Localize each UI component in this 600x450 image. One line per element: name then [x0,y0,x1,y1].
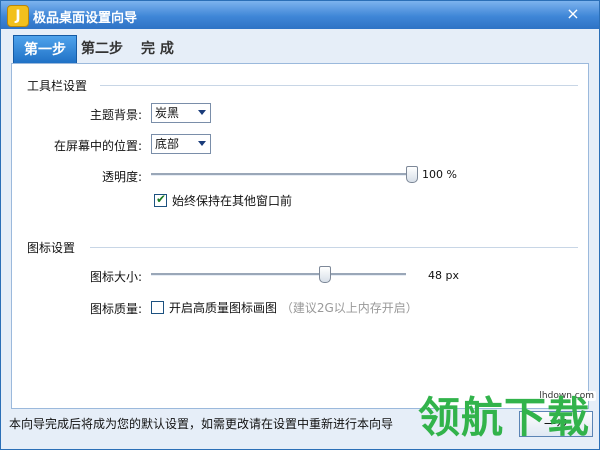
theme-label: 主题背景: [89,108,142,122]
tab-finish[interactable]: 完 成 [141,35,174,63]
icon-size-slider[interactable] [151,266,406,283]
icon-size-value: 48 px [428,269,459,282]
keep-front-label[interactable]: 始终保持在其他窗口前 [172,192,292,209]
opacity-slider[interactable] [151,166,418,183]
icon-size-label: 图标大小: [89,270,142,284]
slider-track [151,273,406,276]
slider-thumb[interactable] [406,166,418,183]
high-quality-checkbox[interactable] [151,301,164,314]
keep-front-checkbox[interactable]: ✔ [154,192,167,207]
section-divider [90,247,578,248]
icon-quality-label: 图标质量: [89,302,142,316]
close-button[interactable]: × [559,3,587,25]
position-label: 在屏幕中的位置: [53,139,142,153]
wizard-steps: 第一步 第二步 完 成 [1,35,599,64]
memory-hint: （建议2G以上内存开启） [280,301,418,315]
slider-track [151,173,411,176]
app-logo-icon: J [7,5,29,27]
high-quality-label[interactable]: 开启高质量图标画图 （建议2G以上内存开启） [169,299,418,316]
chevron-down-icon [198,110,206,115]
tab-step-one[interactable]: 第一步 [13,35,77,64]
toolbar-section-title: 工具栏设置 [27,79,88,93]
checkmark-icon: ✔ [156,192,167,206]
window-title: 极品桌面设置向导 [33,11,138,26]
watermark: lhdown.com 领航下载 [406,389,596,447]
position-select[interactable]: 底部 [151,134,211,154]
watermark-text: 领航下载 [418,393,591,442]
theme-select-value: 炭黑 [155,106,180,120]
theme-select[interactable]: 炭黑 [151,103,211,123]
footer-note: 本向导完成后将成为您的默认设置，如需更改请在设置中重新进行本向导 [9,417,394,431]
icon-section-title: 图标设置 [27,241,76,255]
high-quality-text: 开启高质量图标画图 [169,301,278,315]
chevron-down-icon [198,141,206,146]
tab-step-two[interactable]: 第二步 [81,35,123,63]
setup-wizard-window: J 极品桌面设置向导 × 第一步 第二步 完 成 工具栏设置 主题背景: 炭黑 … [0,0,600,450]
slider-thumb[interactable] [319,266,332,283]
settings-panel: 工具栏设置 主题背景: 炭黑 在屏幕中的位置: 底部 透明度: 100 % ✔ … [11,63,589,409]
section-divider [100,85,578,86]
position-select-value: 底部 [155,137,180,151]
title-bar: J 极品桌面设置向导 × [1,1,599,29]
opacity-label: 透明度: [101,170,142,184]
opacity-value: 100 % [422,168,457,181]
